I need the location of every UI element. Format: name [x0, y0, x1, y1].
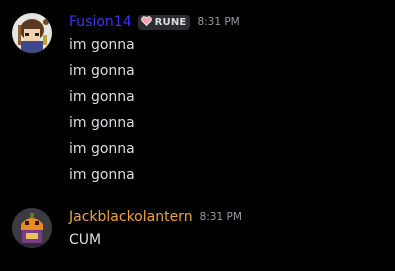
clan-tag-label: RUNE: [154, 16, 187, 28]
timestamp[interactable]: 8:31 PM: [200, 208, 242, 226]
message-text: im gonna: [69, 115, 135, 131]
avatar[interactable]: [12, 208, 52, 248]
message-text: im gonna: [69, 63, 135, 79]
message-header: Fusion14 RUNE 8:31 PM: [69, 13, 240, 31]
message-text: im gonna: [69, 141, 135, 157]
chat-message-list: Fusion14 RUNE 8:31 PM im gonna im gonna …: [0, 0, 395, 271]
message-text: im gonna: [69, 89, 135, 105]
avatar-image: [12, 13, 52, 53]
username[interactable]: Fusion14: [69, 13, 132, 31]
message-group: Fusion14 RUNE 8:31 PM im gonna im gonna …: [0, 0, 395, 195]
timestamp[interactable]: 8:31 PM: [197, 13, 239, 31]
clan-tag[interactable]: RUNE: [137, 14, 191, 30]
avatar[interactable]: [12, 13, 52, 53]
message-text: im gonna: [69, 37, 135, 53]
message-text: CUM: [69, 232, 102, 248]
heart-icon: [140, 15, 152, 30]
message-text: im gonna: [69, 167, 135, 183]
avatar-image: [12, 208, 52, 248]
username[interactable]: Jackblackolantern: [69, 208, 193, 226]
message-group: Jackblackolantern 8:31 PM CUM: [0, 195, 395, 271]
message-header: Jackblackolantern 8:31 PM: [69, 208, 242, 226]
